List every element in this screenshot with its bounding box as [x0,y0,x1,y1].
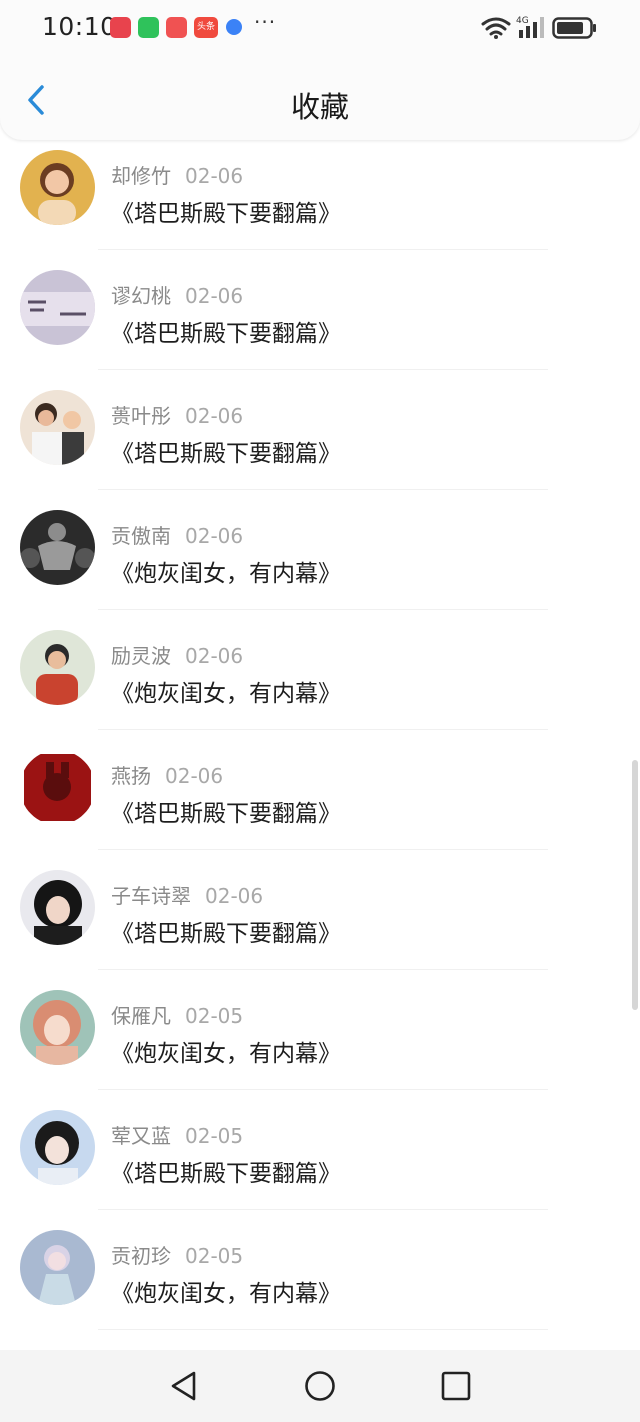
scrollbar[interactable] [632,760,638,1010]
list-item[interactable]: 励灵波 02-06 《炮灰闺女，有内幕》 [0,610,640,730]
avatar[interactable] [20,630,95,705]
avatar[interactable] [20,1230,95,1305]
status-time: 10:10 [42,12,117,41]
item-date: 02-06 [185,644,244,668]
list-item[interactable]: 子车诗翠 02-06 《塔巴斯殿下要翻篇》 [0,850,640,970]
item-date: 02-06 [185,524,244,548]
user-name: 燕扬 02-06 [111,764,224,788]
signal-icon: 4G [516,16,544,38]
nav-recent-apps-icon[interactable] [438,1368,474,1404]
wifi-icon [481,17,511,39]
item-date: 02-06 [185,164,244,188]
avatar[interactable] [20,870,95,945]
user-name: 子车诗翠 02-06 [111,884,264,908]
user-name: 蒉叶彤 02-06 [111,404,244,428]
avatar[interactable] [20,270,95,345]
book-title[interactable]: 《塔巴斯殿下要翻篇》 [111,1154,341,1188]
avatar[interactable] [20,750,95,825]
book-title[interactable]: 《塔巴斯殿下要翻篇》 [111,794,341,828]
nav-back-icon[interactable] [166,1368,202,1404]
avatar[interactable] [20,150,95,225]
user-name: 贡傲南 02-06 [111,524,244,548]
book-title[interactable]: 《塔巴斯殿下要翻篇》 [111,314,341,348]
battery-icon [552,17,596,39]
item-date: 02-06 [185,284,244,308]
list-item[interactable]: 蒉叶彤 02-06 《塔巴斯殿下要翻篇》 [0,370,640,490]
list-item[interactable]: 贡傲南 02-06 《炮灰闺女，有内幕》 [0,490,640,610]
user-name: 荤又蓝 02-05 [111,1124,244,1148]
book-title[interactable]: 《炮灰闺女，有内幕》 [111,1034,341,1068]
item-date: 02-05 [185,1004,244,1028]
book-title[interactable]: 《塔巴斯殿下要翻篇》 [111,194,341,228]
user-name: 贡初珍 02-05 [111,1244,244,1268]
book-title[interactable]: 《炮灰闺女，有内幕》 [111,554,341,588]
avatar[interactable] [20,390,95,465]
item-date: 02-06 [185,404,244,428]
app-notification-icon [110,17,131,38]
item-date: 02-06 [165,764,224,788]
book-title[interactable]: 《塔巴斯殿下要翻篇》 [111,434,341,468]
user-name: 谬幻桃 02-06 [111,284,244,308]
nav-home-icon[interactable] [302,1368,338,1404]
avatar[interactable] [20,510,95,585]
avatar[interactable] [20,990,95,1065]
list-item[interactable]: 贡初珍 02-05 《炮灰闺女，有内幕》 [0,1210,640,1330]
book-title[interactable]: 《炮灰闺女，有内幕》 [111,674,341,708]
list-item[interactable]: 燕扬 02-06 《塔巴斯殿下要翻篇》 [0,730,640,850]
list-item[interactable]: 谬幻桃 02-06 《塔巴斯殿下要翻篇》 [0,250,640,370]
status-bar: 10:10 头条 ··· 4G [0,0,640,56]
nav-bar: 收藏 [0,56,640,140]
app-header: 10:10 头条 ··· 4G 收藏 [0,0,640,140]
favorites-list: 却修竹 02-06 《塔巴斯殿下要翻篇》 谬幻桃 02-06 《塔巴斯殿下要翻篇》 [0,130,640,1330]
user-name: 励灵波 02-06 [111,644,244,668]
list-item[interactable]: 荤又蓝 02-05 《塔巴斯殿下要翻篇》 [0,1090,640,1210]
item-date: 02-05 [185,1124,244,1148]
system-nav-bar [0,1350,640,1422]
book-title[interactable]: 《塔巴斯殿下要翻篇》 [111,914,341,948]
item-date: 02-05 [185,1244,244,1268]
app-notification-icon [166,17,187,38]
more-notifications-icon: ··· [254,10,277,34]
avatar[interactable] [20,1110,95,1185]
user-name: 保雁凡 02-05 [111,1004,244,1028]
wechat-icon [138,17,159,38]
item-date: 02-06 [205,884,264,908]
list-item[interactable]: 保雁凡 02-05 《炮灰闺女，有内幕》 [0,970,640,1090]
list-item[interactable]: 却修竹 02-06 《塔巴斯殿下要翻篇》 [0,130,640,250]
book-title[interactable]: 《炮灰闺女，有内幕》 [111,1274,341,1308]
page-title: 收藏 [290,90,349,124]
user-name: 却修竹 02-06 [111,164,244,188]
svg-text:4G: 4G [516,16,529,26]
browser-icon [226,19,242,35]
news-app-icon: 头条 [194,17,218,38]
divider [98,1329,548,1330]
